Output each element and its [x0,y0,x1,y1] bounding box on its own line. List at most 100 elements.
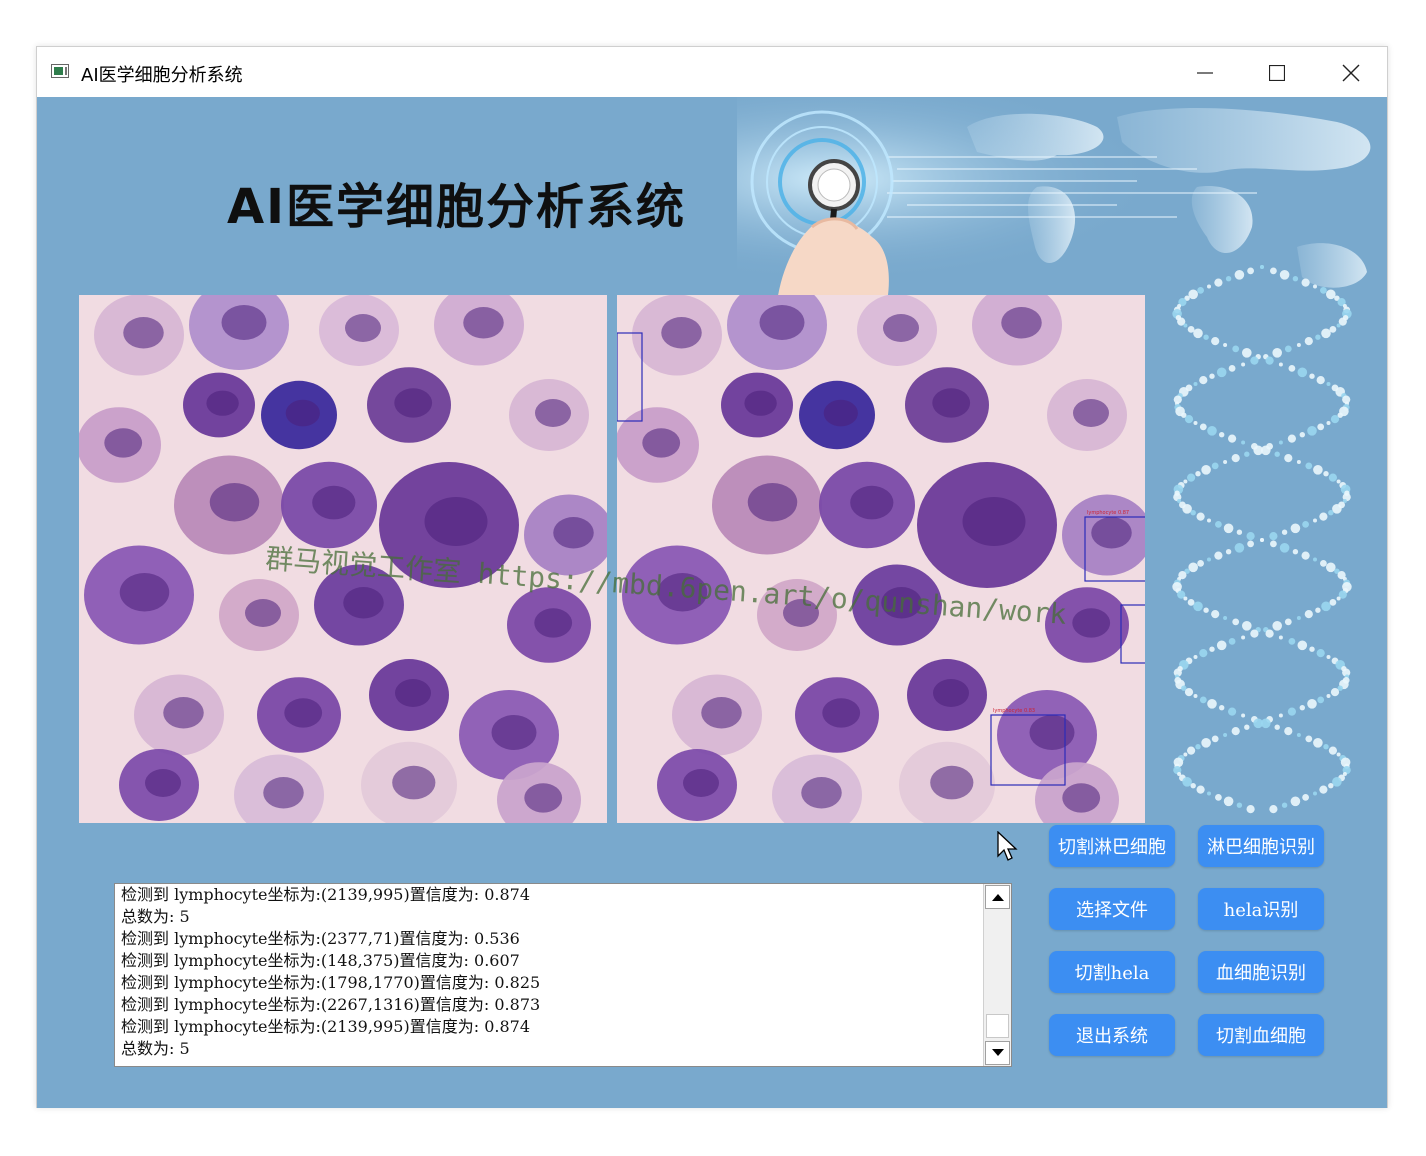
dna-dot [1328,746,1337,755]
dna-dot [1199,649,1208,658]
cell-nucleus [392,765,436,800]
arrow-up-icon [991,894,1004,901]
close-button[interactable] [1323,53,1379,93]
dna-dot [1193,328,1203,339]
dna-dot [1301,278,1310,287]
log-line: 检测到 lymphocyte坐标为:(2377,71)置信度为: 0.536 [121,929,520,948]
dna-dot [1231,727,1240,736]
dna-dot [1287,707,1296,716]
dna-dot [1319,512,1328,521]
dna-dot [1272,621,1282,631]
dna-dot [1265,356,1274,365]
cell-nucleus [145,769,181,797]
dna-dot [1199,376,1208,385]
dna-dot [1190,510,1196,516]
dna-dot [1284,727,1293,736]
dna-dot [1313,791,1317,796]
dna-dot [1265,629,1274,638]
select-file-button[interactable]: 选择文件 [1049,888,1175,930]
dna-dot [1326,562,1336,573]
cell-nucleus [1001,307,1042,339]
log-scrollbar[interactable] [983,884,1011,1066]
cut-hela-button[interactable]: 切割hela [1049,951,1175,993]
cell-nucleus [850,485,894,520]
exit-button[interactable]: 退出系统 [1049,1014,1175,1056]
dna-dot [1199,423,1207,431]
app-window: AI医学细胞分析系统 AI医学细胞分析系统 lymphocyte 0.87 ly… [36,46,1388,1108]
cell-nucleus [534,608,573,638]
hela-recognize-button[interactable]: hela识别 [1198,888,1324,930]
dna-dot [1307,699,1317,709]
dna-dot [1313,518,1317,523]
mouse-cursor-icon [997,831,1018,861]
dna-dot [1184,688,1194,697]
cut-lymph-button[interactable]: 切割淋巴细胞 [1049,825,1175,867]
dna-dot [1193,694,1198,698]
dna-dot [1225,276,1232,282]
dna-dot [1321,601,1331,612]
dna-dot [1281,802,1288,808]
dna-dot [1328,473,1337,482]
scroll-up-button[interactable] [985,885,1010,909]
minimize-button[interactable] [1177,53,1233,93]
dna-dot [1270,540,1277,548]
result-log-textarea[interactable]: 检测到 lymphocyte坐标为:(2139,995)置信度为: 0.874 总… [114,883,1012,1067]
dna-dot [1246,532,1255,541]
cell-nucleus [343,587,384,619]
dna-dot [1296,460,1301,464]
blood-recognize-button[interactable]: 血细胞识别 [1198,951,1324,993]
page-title: AI医学细胞分析系统 [227,179,687,235]
title-bar[interactable]: AI医学细胞分析系统 [37,47,1387,97]
dna-dot [1269,805,1278,814]
minimize-icon [1197,72,1213,74]
dna-dot [1313,557,1317,562]
dna-dot [1274,451,1280,457]
lymph-recognize-button[interactable]: 淋巴细胞识别 [1198,825,1324,867]
dna-dot [1236,529,1243,535]
dna-dot [1315,607,1321,613]
dna-dot [1290,796,1301,807]
main-client-area: AI医学细胞分析系统 lymphocyte 0.87 lymphocyte 0.… [37,97,1387,1108]
dna-dot [1250,629,1259,638]
cell-nucleus [759,305,805,340]
dna-dot [1242,621,1252,631]
scroll-down-button[interactable] [985,1041,1010,1065]
dna-dot [1197,560,1204,567]
dna-dot [1330,415,1340,424]
dna-dot [1326,421,1331,425]
dna-dot [1196,512,1205,521]
app-icon [51,64,69,78]
log-line: 检测到 lymphocyte坐标为:(2139,995)置信度为: 0.874 [121,885,530,904]
dna-dot [1214,551,1223,560]
dna-dot [1272,348,1282,358]
cell-nucleus [642,428,681,458]
maximize-button[interactable] [1249,53,1305,93]
dna-dot [1290,523,1301,534]
dna-dot [1326,382,1331,386]
dna-dot [1207,518,1211,523]
cell-nucleus [394,388,433,418]
dna-dot [1199,696,1207,704]
dna-dot [1278,635,1283,640]
dna-dot [1288,638,1296,645]
dna-dot [1332,504,1342,514]
dna-dot [1214,278,1223,287]
dna-dot [1188,289,1198,300]
dna-dot [1211,610,1220,619]
dna-dot [1323,471,1329,477]
cell-nucleus [683,769,719,797]
dna-dot [1216,367,1227,378]
dna-dot [1247,540,1254,548]
dna-dot [1223,796,1234,807]
dna-dot [1246,805,1255,814]
dna-dot [1219,705,1225,711]
dna-dot [1336,323,1341,328]
cell-nucleus [932,388,971,418]
dna-dot [1232,618,1240,626]
dna-dot [1211,735,1219,743]
cut-blood-button[interactable]: 切割血细胞 [1198,1014,1324,1056]
dna-dot [1328,783,1334,789]
scroll-thumb[interactable] [986,1014,1009,1038]
dna-dot [1207,284,1211,289]
dna-dot [1319,785,1328,794]
